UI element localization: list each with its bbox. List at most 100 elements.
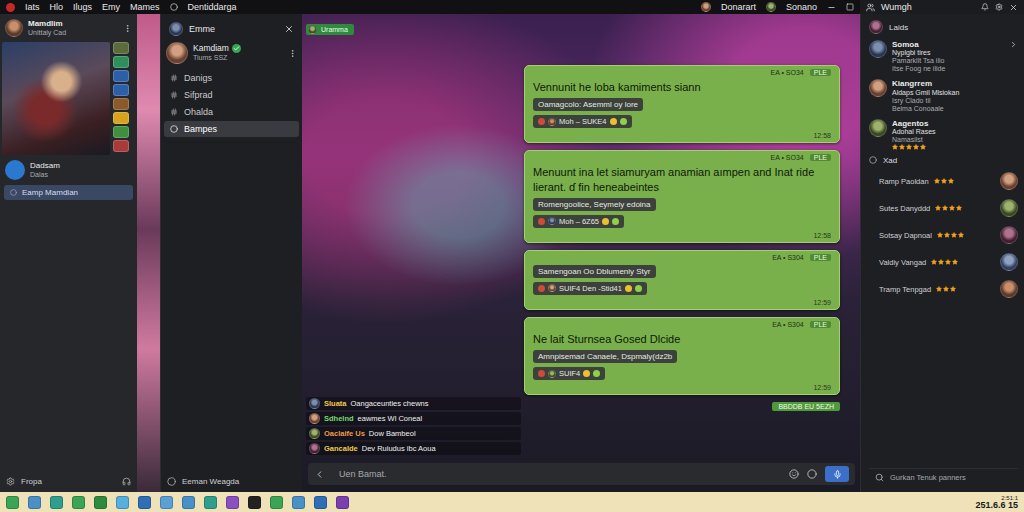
- user-profile[interactable]: MamdlimUnittaly Cad: [0, 19, 137, 37]
- message-tag: PLE: [810, 254, 831, 261]
- menu-item[interactable]: Mames: [130, 0, 160, 14]
- sidebar-footer[interactable]: Fropa: [0, 477, 137, 486]
- emoji-icon: [538, 218, 545, 225]
- channel-item[interactable]: Sifprad: [164, 87, 299, 103]
- server-icon[interactable]: [113, 70, 129, 82]
- channel-panel: EmmeKamdiamTiums SSZDanigsSifpradOhaldaB…: [160, 14, 302, 492]
- stream-body: SluataOangaceunties chewnsSdhelndeawmes …: [306, 35, 840, 463]
- emoji-icon[interactable]: [789, 469, 799, 479]
- message-text: Menuunt ina let siamuryam anamian aımpen…: [533, 165, 831, 194]
- more-icon[interactable]: [288, 49, 297, 58]
- person-row[interactable]: Valdiy Vangad: [869, 252, 1018, 273]
- bell-icon[interactable]: [981, 3, 989, 11]
- back-icon[interactable]: [314, 469, 325, 480]
- person-row[interactable]: Ramp Paoldan: [869, 171, 1018, 192]
- taskbar-app-icon[interactable]: [28, 496, 41, 509]
- game-art[interactable]: [2, 42, 110, 155]
- gear-icon[interactable]: [995, 3, 1003, 11]
- headphones-icon[interactable]: [122, 477, 131, 486]
- taskbar-app-icon[interactable]: [50, 496, 63, 509]
- star-rating: [892, 144, 1018, 150]
- person-row[interactable]: Sotsay Dapnoal: [869, 225, 1018, 246]
- message-card[interactable]: EA • S304PLESamengoan Oo Dblumeniy StyrS…: [524, 250, 840, 310]
- close-icon[interactable]: [284, 24, 294, 34]
- server-icon[interactable]: [113, 98, 129, 110]
- channel-item[interactable]: Bampes: [164, 121, 299, 137]
- user-name[interactable]: Sonano: [786, 0, 817, 14]
- server-icon[interactable]: [113, 84, 129, 96]
- star-icon: [935, 205, 941, 211]
- taskbar-app-icon[interactable]: [204, 496, 217, 509]
- star-icon: [943, 286, 949, 292]
- message-card[interactable]: EA • SO34PLEMenuunt ina let siamuryam an…: [524, 150, 840, 243]
- taskbar-app-icon[interactable]: [336, 496, 349, 509]
- taskbar-app-icon[interactable]: [314, 496, 327, 509]
- stream-badge[interactable]: Uramma: [306, 24, 354, 35]
- server-icon[interactable]: [113, 112, 129, 124]
- minimize-icon[interactable]: [827, 3, 836, 12]
- friend-group[interactable]: KiangrremAldaps Gmil MlsiokanIsry Clado …: [869, 79, 1018, 112]
- message-input[interactable]: Uen Bamat.: [333, 469, 781, 479]
- friend-line: Namasilst: [892, 136, 1018, 144]
- emoji-icon: [602, 218, 609, 225]
- maximize-icon[interactable]: [846, 3, 854, 11]
- menu-item[interactable]: Ilugs: [73, 0, 92, 14]
- taskbar-app-icon[interactable]: [6, 496, 19, 509]
- server-entry[interactable]: DadsamDalas: [0, 160, 137, 180]
- server-icon[interactable]: [113, 126, 129, 138]
- star-icon: [936, 286, 942, 292]
- person-row[interactable]: Sutes Danyddd: [869, 198, 1018, 219]
- channel-item[interactable]: Ohalda: [164, 104, 299, 120]
- more-icon[interactable]: [123, 24, 132, 33]
- channel-user[interactable]: KamdiamTiums SSZ: [161, 42, 302, 64]
- taskbar-app-icon[interactable]: [72, 496, 85, 509]
- message-input-bar: Uen Bamat.: [308, 463, 855, 485]
- people-panel: LaidsSomoaNyplgbi tiresPamarkllt Tsa ili…: [860, 14, 1024, 492]
- close-icon[interactable]: [1009, 3, 1018, 12]
- channel-item[interactable]: Danigs: [164, 70, 299, 86]
- reaction-row[interactable]: SUIF4: [533, 367, 605, 380]
- server-icon[interactable]: [113, 140, 129, 152]
- taskbar-app-icon[interactable]: [116, 496, 129, 509]
- mic-button[interactable]: [825, 466, 849, 482]
- server-sidebar: MamdlimUnittaly Cad DadsamDalas Eamp Mamdi…: [0, 14, 137, 492]
- person-row[interactable]: Tramp Tenpgad: [869, 279, 1018, 300]
- friend-group[interactable]: AagentosAdohal RasesNamasilst: [869, 119, 1018, 150]
- taskbar-app-icon[interactable]: [248, 496, 261, 509]
- entry-name: Dadsam: [30, 161, 132, 170]
- people-search[interactable]: Gurkan Tenuk panners: [869, 468, 1018, 486]
- channel-list: DanigsSifpradOhaldaBampes: [161, 70, 302, 137]
- user-name[interactable]: Donarart: [721, 0, 756, 14]
- reaction-row[interactable]: Moh – SUKE4: [533, 115, 632, 128]
- star-icon: [952, 259, 958, 265]
- chevron-icon[interactable]: [1009, 40, 1018, 49]
- clock[interactable]: 2:51:1251.6.6 15: [975, 495, 1018, 510]
- taskbar-app-icon[interactable]: [292, 496, 305, 509]
- taskbar-app-icon[interactable]: [94, 496, 107, 509]
- message-card[interactable]: EA • S304PLENe lait Sturnsea Gosed Dlcid…: [524, 317, 840, 395]
- menu-item[interactable]: Emy: [102, 0, 120, 14]
- server-name[interactable]: Dentiddarga: [188, 0, 237, 14]
- taskbar-app-icon[interactable]: [138, 496, 151, 509]
- taskbar-app-icon[interactable]: [270, 496, 283, 509]
- message-tag: PLE: [810, 69, 831, 76]
- menu-item[interactable]: Hlo: [50, 0, 64, 14]
- person-avatar: [1000, 280, 1018, 298]
- reaction-row[interactable]: SUIF4 Den -Stid41: [533, 282, 647, 295]
- status-icon: [167, 477, 176, 486]
- gear-icon[interactable]: [6, 477, 15, 486]
- friend-group[interactable]: SomoaNyplgbi tiresPamarkllt Tsa ilioItse…: [869, 40, 1018, 73]
- menu-item[interactable]: Iats: [25, 0, 40, 14]
- taskbar-app-icon[interactable]: [160, 496, 173, 509]
- server-icon[interactable]: [113, 56, 129, 68]
- taskbar-app-icon[interactable]: [226, 496, 239, 509]
- message-meta: EA • S304: [772, 321, 804, 328]
- taskbar-app-icon[interactable]: [182, 496, 195, 509]
- message-card[interactable]: EA • SO34PLEVennunit he loba kamiments s…: [524, 65, 840, 143]
- reaction-row[interactable]: Moh – 6Z65: [533, 215, 624, 228]
- attach-icon[interactable]: [807, 469, 817, 479]
- channel-footer[interactable]: Eeman Weagda: [161, 477, 302, 486]
- friend-line: Itse Foog ne ilide: [892, 65, 1004, 73]
- sidebar-item[interactable]: Eamp Mamdian: [4, 185, 133, 200]
- server-icon[interactable]: [113, 42, 129, 54]
